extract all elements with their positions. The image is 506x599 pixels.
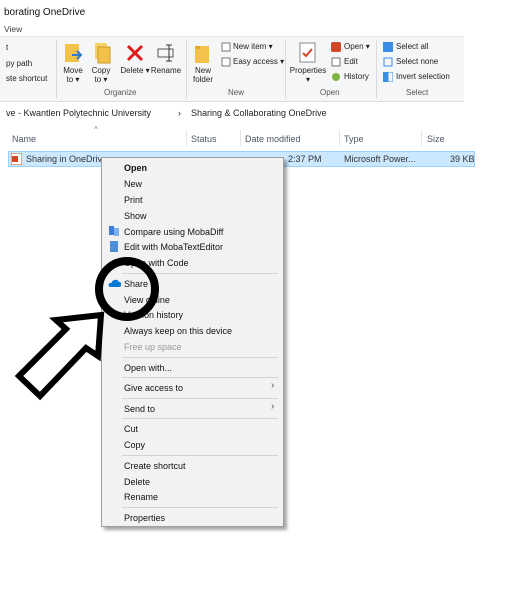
highlight-circle: [95, 257, 159, 321]
annotation-overlay: [14, 257, 159, 401]
pointer-arrow-icon: [14, 311, 105, 401]
